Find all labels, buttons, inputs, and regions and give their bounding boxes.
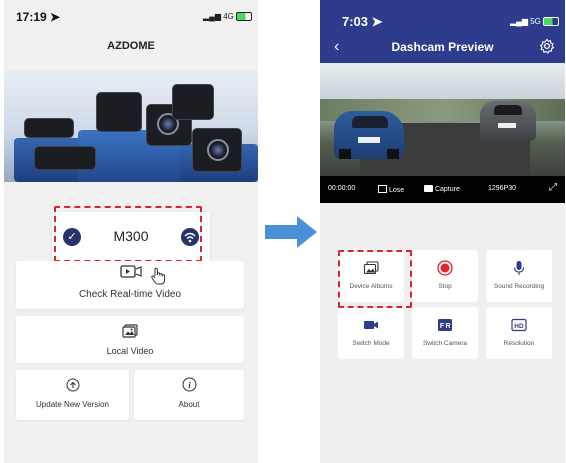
- about-label: About: [178, 400, 200, 409]
- video-control-bar: 00:00:00 Lose Capture 1296P30 ⤢: [320, 176, 565, 203]
- switch-camera-label: Switch Camera: [422, 340, 468, 347]
- dashcam-product: [34, 146, 96, 170]
- app-title: AZDOME: [107, 40, 155, 52]
- blue-car: [334, 111, 404, 159]
- dashcam-product: [172, 84, 214, 120]
- sound-recording-button[interactable]: Sound Recording: [486, 250, 552, 302]
- resolution-button[interactable]: HD Resolution: [486, 307, 552, 359]
- hd-icon: HD: [511, 318, 527, 332]
- lose-icon: [378, 185, 387, 193]
- switch-camera-button[interactable]: FR Switch Camera: [412, 307, 478, 359]
- switch-mode-label: Switch Mode: [352, 340, 390, 347]
- stop-button[interactable]: Stop: [412, 250, 478, 302]
- resolution-readout: 1296P30: [488, 185, 517, 192]
- header: 7:03 ➤ ▂▄▆ 5G ‹ Dashcam Preview: [320, 0, 565, 63]
- microphone-icon: [513, 261, 525, 275]
- left-phone-screen: 17:19 ➤ ▂▄▆ 4G AZDOME ✓ M300 Check Real-…: [4, 0, 258, 463]
- photo-album-icon: [122, 324, 138, 338]
- update-new-version-label: Update New Version: [36, 400, 109, 409]
- video-camera-icon: [364, 321, 378, 329]
- resolution-label: Resolution: [503, 340, 535, 347]
- local-video-button[interactable]: Local Video: [16, 316, 244, 363]
- right-arrow-icon: [265, 216, 317, 248]
- right-phone-screen: 7:03 ➤ ▂▄▆ 5G ‹ Dashcam Preview 00:00:00…: [320, 0, 565, 463]
- highlight-box: [54, 206, 202, 262]
- hand-pointer-icon: [151, 267, 166, 285]
- check-realtime-video-label: Check Real-time Video: [78, 289, 182, 300]
- status-time: 7:03 ➤: [342, 14, 383, 29]
- grey-car: [480, 101, 536, 141]
- svg-text:i: i: [188, 380, 191, 390]
- svg-text:HD: HD: [514, 323, 524, 330]
- update-new-version-button[interactable]: Update New Version: [16, 370, 129, 420]
- sound-recording-label: Sound Recording: [493, 283, 545, 290]
- status-signal: ▂▄▆ 4G: [203, 12, 253, 22]
- stop-label: Stop: [438, 283, 452, 290]
- svg-text:R: R: [445, 323, 450, 330]
- dashcam-product: [192, 128, 242, 172]
- about-button[interactable]: i About: [134, 370, 244, 420]
- page-title: Dashcam Preview: [391, 40, 494, 54]
- highlight-box: [338, 250, 412, 308]
- status-time: 17:19 ➤: [16, 10, 61, 24]
- info-icon: i: [182, 377, 197, 392]
- switch-camera-icon: FR: [438, 319, 452, 331]
- dashcam-product: [24, 118, 74, 138]
- product-banner: [4, 70, 258, 182]
- lose-button[interactable]: Lose: [378, 185, 404, 194]
- dashcam-product: [96, 92, 142, 132]
- capture-button[interactable]: Capture: [424, 185, 460, 193]
- svg-text:F: F: [440, 323, 445, 330]
- camera-icon: [424, 185, 433, 192]
- check-realtime-video-button[interactable]: Check Real-time Video: [16, 261, 244, 309]
- dashcam-video-preview[interactable]: [320, 63, 565, 176]
- status-signal: ▂▄▆ 5G: [510, 17, 560, 27]
- stop-record-icon: [437, 260, 453, 276]
- local-video-label: Local Video: [106, 346, 154, 356]
- timestamp: 00:00:00: [328, 185, 356, 192]
- gear-icon[interactable]: [539, 38, 555, 54]
- upload-icon: [66, 378, 80, 392]
- video-play-icon: [120, 265, 142, 278]
- switch-mode-button[interactable]: Switch Mode: [338, 307, 404, 359]
- fullscreen-icon[interactable]: ⤢: [549, 182, 557, 193]
